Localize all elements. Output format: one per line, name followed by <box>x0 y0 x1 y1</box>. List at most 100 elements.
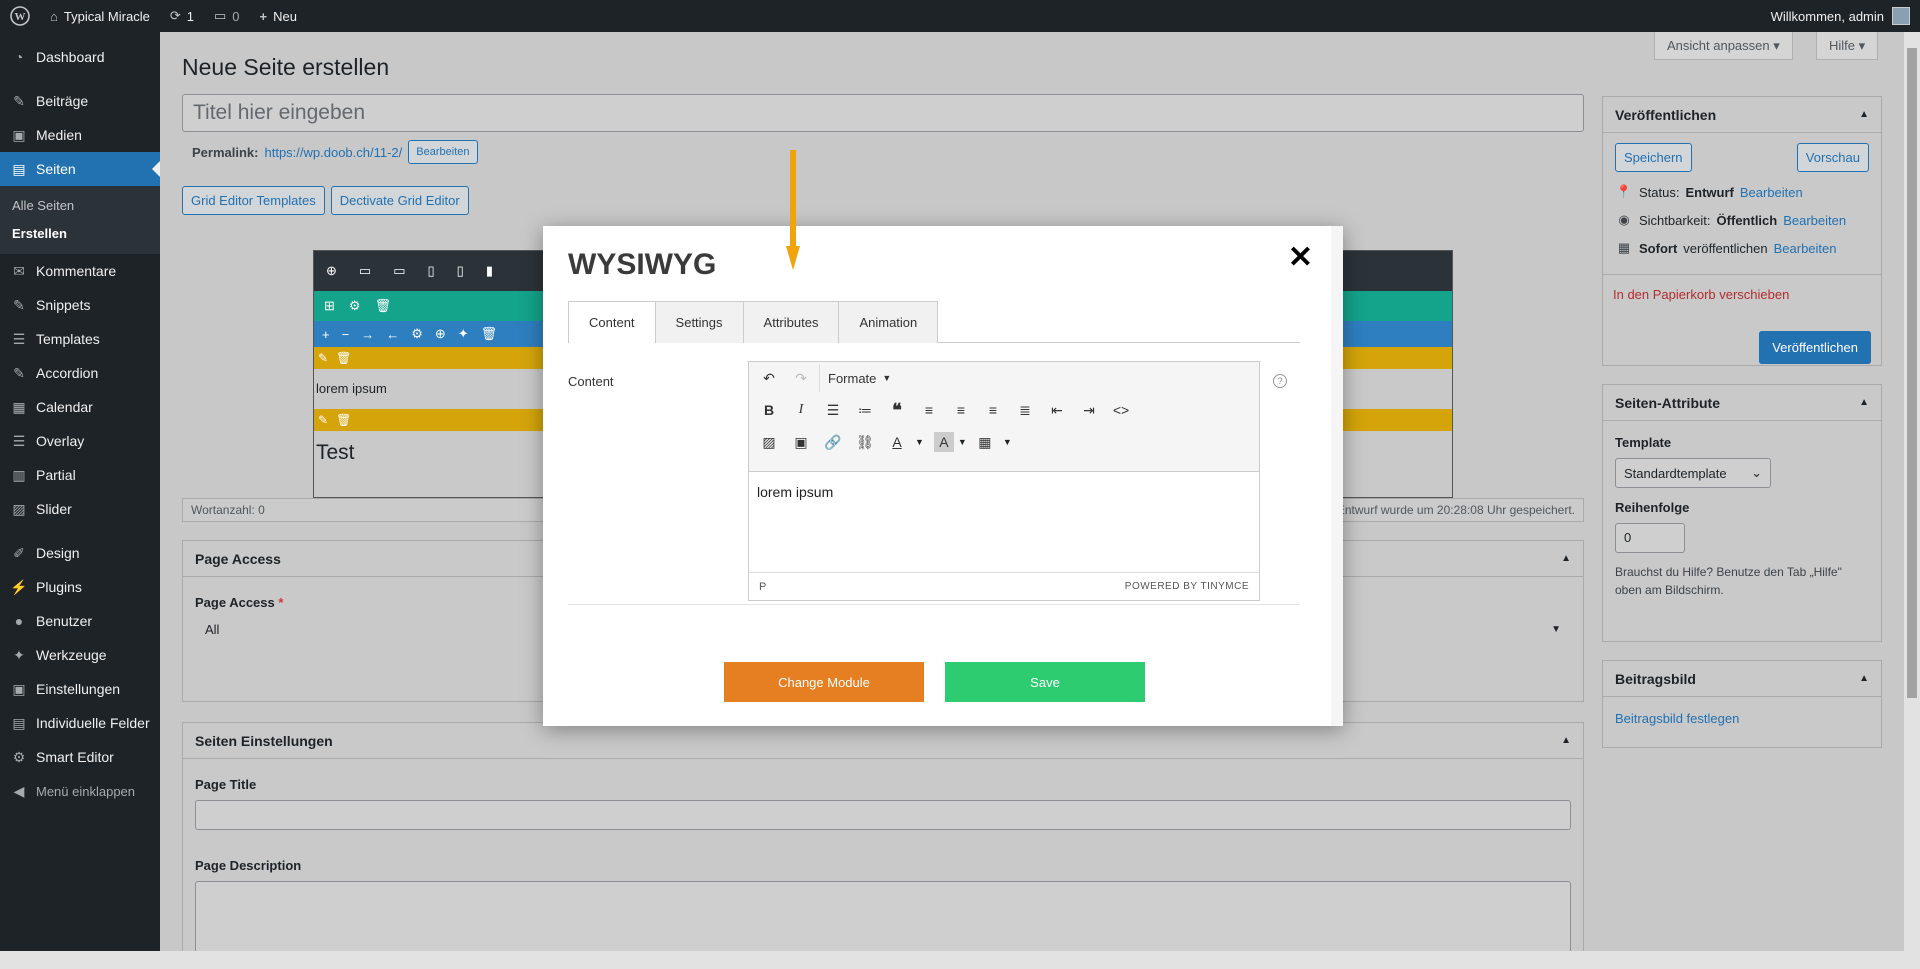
submenu-erstellen[interactable]: Erstellen <box>0 220 160 248</box>
link-icon[interactable]: 🔗 <box>819 428 847 456</box>
schedule-edit-link[interactable]: Bearbeiten <box>1774 241 1837 256</box>
editor-content-area[interactable]: lorem ipsum <box>749 472 1259 572</box>
sidebar-item-seiten[interactable]: ▤ Seiten <box>0 152 160 186</box>
submenu-alle-seiten[interactable]: Alle Seiten <box>0 192 160 220</box>
background-color-icon[interactable]: A <box>933 432 954 452</box>
grid-editor-templates-button[interactable]: Grid Editor Templates <box>182 186 325 215</box>
tab-content[interactable]: Content <box>568 301 656 343</box>
deactivate-grid-editor-button[interactable]: Dectivate Grid Editor <box>330 186 469 215</box>
desktop-icon[interactable]: ▭ <box>359 263 371 279</box>
undo-icon[interactable]: ↶ <box>755 364 783 392</box>
tab-animation[interactable]: Animation <box>838 301 939 343</box>
featured-image-header[interactable]: Beitragsbild ▲ <box>1603 661 1881 697</box>
sidebar-item-design[interactable]: ✐ Design <box>0 536 160 570</box>
caret-up-icon[interactable]: ▲ <box>1561 735 1571 746</box>
sidebar-item-plugins[interactable]: ⚡ Plugins <box>0 570 160 604</box>
unlink-icon[interactable]: ⛓ <box>851 428 879 456</box>
sidebar-item-accordion[interactable]: ✎ Accordion <box>0 356 160 390</box>
magic-wand-icon[interactable]: ✦ <box>458 326 469 342</box>
align-justify-icon[interactable]: ≣ <box>1011 396 1039 424</box>
italic-icon[interactable]: I <box>787 396 815 424</box>
sidebar-item-medien[interactable]: ▣ Medien <box>0 118 160 152</box>
close-icon[interactable]: ✕ <box>1288 240 1313 275</box>
sidebar-item-werkzeuge[interactable]: ✦ Werkzeuge <box>0 638 160 672</box>
redo-icon[interactable]: ↷ <box>787 364 815 392</box>
image-icon[interactable]: ▨ <box>755 428 783 456</box>
blockquote-icon[interactable]: ❝ <box>883 396 911 424</box>
sidebar-item-smart-editor[interactable]: ⚙ Smart Editor <box>0 740 160 774</box>
tab-settings[interactable]: Settings <box>654 301 744 343</box>
caret-down-icon[interactable]: ▼ <box>915 437 924 447</box>
trash-icon[interactable]: 🗑 <box>336 351 351 365</box>
preview-button[interactable]: Vorschau <box>1796 143 1869 172</box>
align-right-icon[interactable]: ≡ <box>979 396 1007 424</box>
visibility-edit-link[interactable]: Bearbeiten <box>1783 213 1846 228</box>
formats-dropdown[interactable]: Formate ▼ <box>819 364 891 392</box>
publish-header[interactable]: Veröffentlichen ▲ <box>1603 97 1881 133</box>
media-icon[interactable]: ▣ <box>787 428 815 456</box>
caret-up-icon[interactable]: ▲ <box>1561 553 1571 564</box>
element-path[interactable]: P <box>759 581 766 593</box>
align-left-icon[interactable]: ≡ <box>915 396 943 424</box>
sidebar-item-beitraege[interactable]: ✎ Beiträge <box>0 84 160 118</box>
trash-icon[interactable]: 🗑 <box>336 413 351 427</box>
sidebar-item-einstellungen[interactable]: ▣ Einstellungen <box>0 672 160 706</box>
page-attributes-header[interactable]: Seiten-Attribute ▲ <box>1603 385 1881 421</box>
edit-icon[interactable]: ✎ <box>318 351 328 365</box>
move-to-trash-link[interactable]: In den Papierkorb verschieben <box>1613 287 1789 302</box>
indent-icon[interactable]: ⇥ <box>1075 396 1103 424</box>
numbered-list-icon[interactable]: ≔ <box>851 396 879 424</box>
post-title-input[interactable]: Titel hier eingeben <box>182 94 1584 132</box>
edit-icon[interactable]: ✎ <box>318 413 328 427</box>
help-button[interactable]: Hilfe ▾ <box>1816 32 1879 60</box>
gear-icon[interactable]: ⚙ <box>411 326 423 342</box>
save-draft-button[interactable]: Speichern <box>1615 143 1692 172</box>
permalink-edit-button[interactable]: Bearbeiten <box>408 140 478 164</box>
sidebar-item-overlay[interactable]: ☰ Overlay <box>0 424 160 458</box>
sidebar-item-templates[interactable]: ☰ Templates <box>0 322 160 356</box>
sidebar-item-dashboard[interactable]: ◔ Dashboard <box>0 40 160 74</box>
status-edit-link[interactable]: Bearbeiten <box>1740 185 1803 200</box>
sidebar-item-calendar[interactable]: ▦ Calendar <box>0 390 160 424</box>
seiten-einstellungen-header[interactable]: Seiten Einstellungen ▲ <box>183 723 1583 759</box>
vertical-scrollbar[interactable] <box>1904 32 1920 951</box>
phone-icon[interactable]: ▮ <box>486 263 493 279</box>
tab-attributes[interactable]: Attributes <box>742 301 840 343</box>
caret-down-icon[interactable]: ▼ <box>958 437 967 447</box>
my-account[interactable]: Willkommen, admin <box>1771 7 1920 25</box>
bold-icon[interactable]: B <box>755 396 783 424</box>
outdent-icon[interactable]: ⇤ <box>1043 396 1071 424</box>
screen-options-button[interactable]: Ansicht anpassen ▾ <box>1654 32 1793 60</box>
arrow-right-icon[interactable]: → <box>361 327 374 342</box>
table-icon[interactable]: ▦ <box>971 428 999 456</box>
new-content-link[interactable]: + Neu <box>250 0 307 32</box>
help-icon[interactable]: ? <box>1273 374 1287 388</box>
order-input[interactable]: 0 <box>1615 523 1685 553</box>
permalink-link[interactable]: https://wp.doob.ch/11-2/ <box>264 145 402 160</box>
powered-by-tinymce[interactable]: POWERED BY TINYMCE <box>1125 581 1249 592</box>
scrollbar-thumb[interactable] <box>1907 48 1917 698</box>
add-icon[interactable]: ⊕ <box>326 263 337 279</box>
grid-add-icon[interactable]: ⊞ <box>324 298 335 314</box>
arrow-left-icon[interactable]: ← <box>386 327 399 342</box>
sidebar-item-slider[interactable]: ▨ Slider <box>0 492 160 526</box>
sidebar-item-kommentare[interactable]: ✉ Kommentare <box>0 254 160 288</box>
trash-icon[interactable]: 🗑 <box>375 298 392 314</box>
sidebar-item-individuelle-felder[interactable]: ▤ Individuelle Felder <box>0 706 160 740</box>
add-circle-icon[interactable]: ⊕ <box>435 326 446 342</box>
horizontal-scrollbar[interactable] <box>0 951 1920 969</box>
plus-icon[interactable]: + <box>322 327 330 342</box>
text-color-icon[interactable]: A <box>883 428 911 456</box>
comments-link[interactable]: ▭ 0 <box>204 0 250 32</box>
set-featured-image-link[interactable]: Beitragsbild festlegen <box>1615 711 1739 726</box>
wordpress-logo[interactable]: W <box>0 0 40 32</box>
align-center-icon[interactable]: ≡ <box>947 396 975 424</box>
publish-button[interactable]: Veröffentlichen <box>1759 331 1871 364</box>
tablet-icon[interactable]: ▯ <box>428 263 435 279</box>
site-name-link[interactable]: ⌂ Typical Miracle <box>40 0 160 32</box>
change-module-button[interactable]: Change Module <box>724 662 924 702</box>
caret-up-icon[interactable]: ▲ <box>1859 397 1869 408</box>
tablet-small-icon[interactable]: ▯ <box>457 263 464 279</box>
laptop-icon[interactable]: ▭ <box>393 263 405 279</box>
sidebar-item-partial[interactable]: ▥ Partial <box>0 458 160 492</box>
